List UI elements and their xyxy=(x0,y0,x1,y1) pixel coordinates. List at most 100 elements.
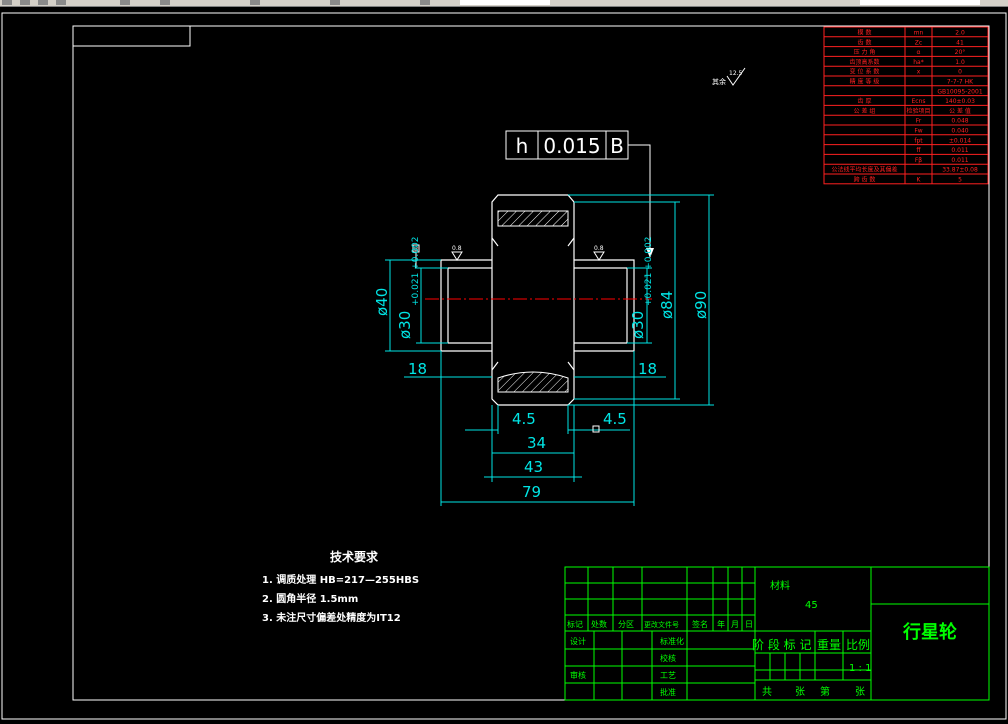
param-value: 5 xyxy=(958,177,962,184)
tooth-hatch-top xyxy=(497,210,569,227)
param-symbol: x xyxy=(917,69,921,76)
param-symbol: Ecns xyxy=(911,98,925,105)
tech-item: 3. 未注尺寸偏差处精度为IT12 xyxy=(262,611,401,624)
dim-d90: ø90 xyxy=(692,291,710,319)
dim-4-5-left: 4.5 xyxy=(512,410,536,428)
tb-label: 月 xyxy=(731,620,739,629)
toolbar-button[interactable] xyxy=(20,0,30,5)
param-symbol: Fw xyxy=(914,128,922,135)
tb-label: 年 xyxy=(717,619,725,629)
roughness-small-value: 0.8 xyxy=(452,245,462,252)
param-value: 33.87±0.08 xyxy=(942,167,978,174)
param-symbol: 检验项目 xyxy=(906,107,930,115)
roughness-note-text: 其余 xyxy=(712,77,726,86)
dim-d40: ø40 xyxy=(373,288,391,316)
tb-sheet: 张 xyxy=(795,686,805,698)
param-symbol: K xyxy=(917,177,922,184)
param-symbol: ha* xyxy=(913,59,923,66)
dim-d84: ø84 xyxy=(658,291,676,319)
dim-4-5-right: 4.5 xyxy=(603,410,627,428)
param-symbol: Fβ xyxy=(915,157,922,164)
param-value: ±0.014 xyxy=(949,137,971,144)
tb-label: 标记 xyxy=(567,619,583,629)
tb-weight: 重量 xyxy=(817,638,841,652)
param-name: 变 位 系 数 xyxy=(850,68,880,76)
param-value: 1.0 xyxy=(955,59,965,66)
tolerance-value: 0.015 xyxy=(543,134,600,158)
param-name: 齿 厚 xyxy=(858,97,872,105)
param-value: 7-7-7 HK xyxy=(947,79,974,86)
param-name: 齿 数 xyxy=(858,38,872,46)
dim-18-right: 18 xyxy=(638,360,657,378)
toolbar-button[interactable] xyxy=(38,0,48,5)
param-name: 齿顶高系数 xyxy=(849,58,879,66)
tb-standardize: 标准化 xyxy=(660,636,684,646)
param-name: 压 力 角 xyxy=(854,48,876,56)
dim-d30-left: ø30 xyxy=(396,311,414,339)
dimension-texts: ø40 ø30 +0.021 +0.002 ø30 +0.021 +0.002 … xyxy=(373,237,710,501)
tb-sheet: 共 xyxy=(762,686,772,698)
toolbar-button[interactable] xyxy=(56,0,66,5)
toolbar-button[interactable] xyxy=(250,0,260,5)
param-value: 2.0 xyxy=(955,30,965,37)
tech-requirements: 技术要求 1. 调质处理 HB=217—255HBS 2. 圆角半径 1.5mm… xyxy=(262,549,419,624)
param-name: 跨 齿 数 xyxy=(854,176,876,184)
param-name: 模 数 xyxy=(858,29,872,37)
param-value: 公 差 值 xyxy=(949,107,971,115)
tb-label: 分区 xyxy=(618,620,634,629)
toolbar-button[interactable] xyxy=(2,0,12,5)
toolbar-button[interactable] xyxy=(330,0,340,5)
tb-design: 设计 xyxy=(570,636,586,646)
tb-approve: 批准 xyxy=(660,687,676,697)
code-box xyxy=(72,25,191,47)
dimension-lines xyxy=(385,194,714,506)
param-value: 0.011 xyxy=(951,157,968,164)
grip-marker[interactable] xyxy=(592,425,600,433)
toolbar-button[interactable] xyxy=(160,0,170,5)
tb-sheet: 张 xyxy=(855,686,865,698)
roughness-note: 其余 12.5 xyxy=(712,67,746,86)
roughness-value: 12.5 xyxy=(729,70,743,77)
drawing-canvas[interactable]: 模 数 mn 2.0 齿 数 Zc 41 压 力 角 α 20° 齿顶高系数 ha* 1.0 变 位 系… xyxy=(0,6,1008,724)
linetype-dropdown[interactable] xyxy=(860,0,980,5)
param-value: 0 xyxy=(958,69,962,76)
param-name: 精 度 等 级 xyxy=(850,78,880,86)
tb-sheet: 第 xyxy=(820,685,830,698)
roughness-small-value: 0.8 xyxy=(594,245,604,252)
dim-d30-left-tol: +0.021 +0.002 xyxy=(411,237,421,306)
param-value: 0.040 xyxy=(951,128,968,135)
tb-label: 处数 xyxy=(591,619,607,629)
tolerance-symbol: h xyxy=(516,134,529,158)
dim-18-left: 18 xyxy=(408,360,427,378)
layer-dropdown[interactable] xyxy=(460,0,550,5)
param-symbol: Fr xyxy=(916,118,922,125)
tech-heading: 技术要求 xyxy=(330,549,379,564)
dim-79: 79 xyxy=(522,483,541,501)
toolbar-button[interactable] xyxy=(120,0,130,5)
param-value: 0.011 xyxy=(951,147,968,154)
param-symbol: α xyxy=(917,49,921,56)
material-label: 材料 xyxy=(770,579,790,592)
tb-label: 日 xyxy=(745,620,753,629)
param-value: 41 xyxy=(956,39,964,46)
tb-label: 更改文件号 xyxy=(644,620,679,629)
param-symbol: Zc xyxy=(915,39,922,46)
dim-d30-right: ø30 xyxy=(629,311,647,339)
param-value: 140±0.03 xyxy=(945,98,975,105)
toolbar-button[interactable] xyxy=(420,0,430,5)
dim-43: 43 xyxy=(524,458,543,476)
dim-d30-right-tol: +0.021 +0.002 xyxy=(644,237,654,306)
param-value: 20° xyxy=(955,49,966,56)
tooth-hatch-bottom xyxy=(497,371,569,393)
tb-scale-value: 1 : 1 xyxy=(849,663,871,674)
tb-scale: 比例 xyxy=(846,638,870,652)
roughness-small xyxy=(451,251,605,261)
param-symbol: ff xyxy=(916,147,921,154)
drawing-title: 行星轮 xyxy=(902,621,957,643)
drawing-frame xyxy=(72,25,990,701)
tb-review: 审核 xyxy=(570,670,586,680)
param-symbol: fpt xyxy=(914,137,923,144)
param-name: 公 差 组 xyxy=(854,107,876,115)
sheet-border xyxy=(1,12,1007,720)
param-value: 0.048 xyxy=(951,118,968,125)
